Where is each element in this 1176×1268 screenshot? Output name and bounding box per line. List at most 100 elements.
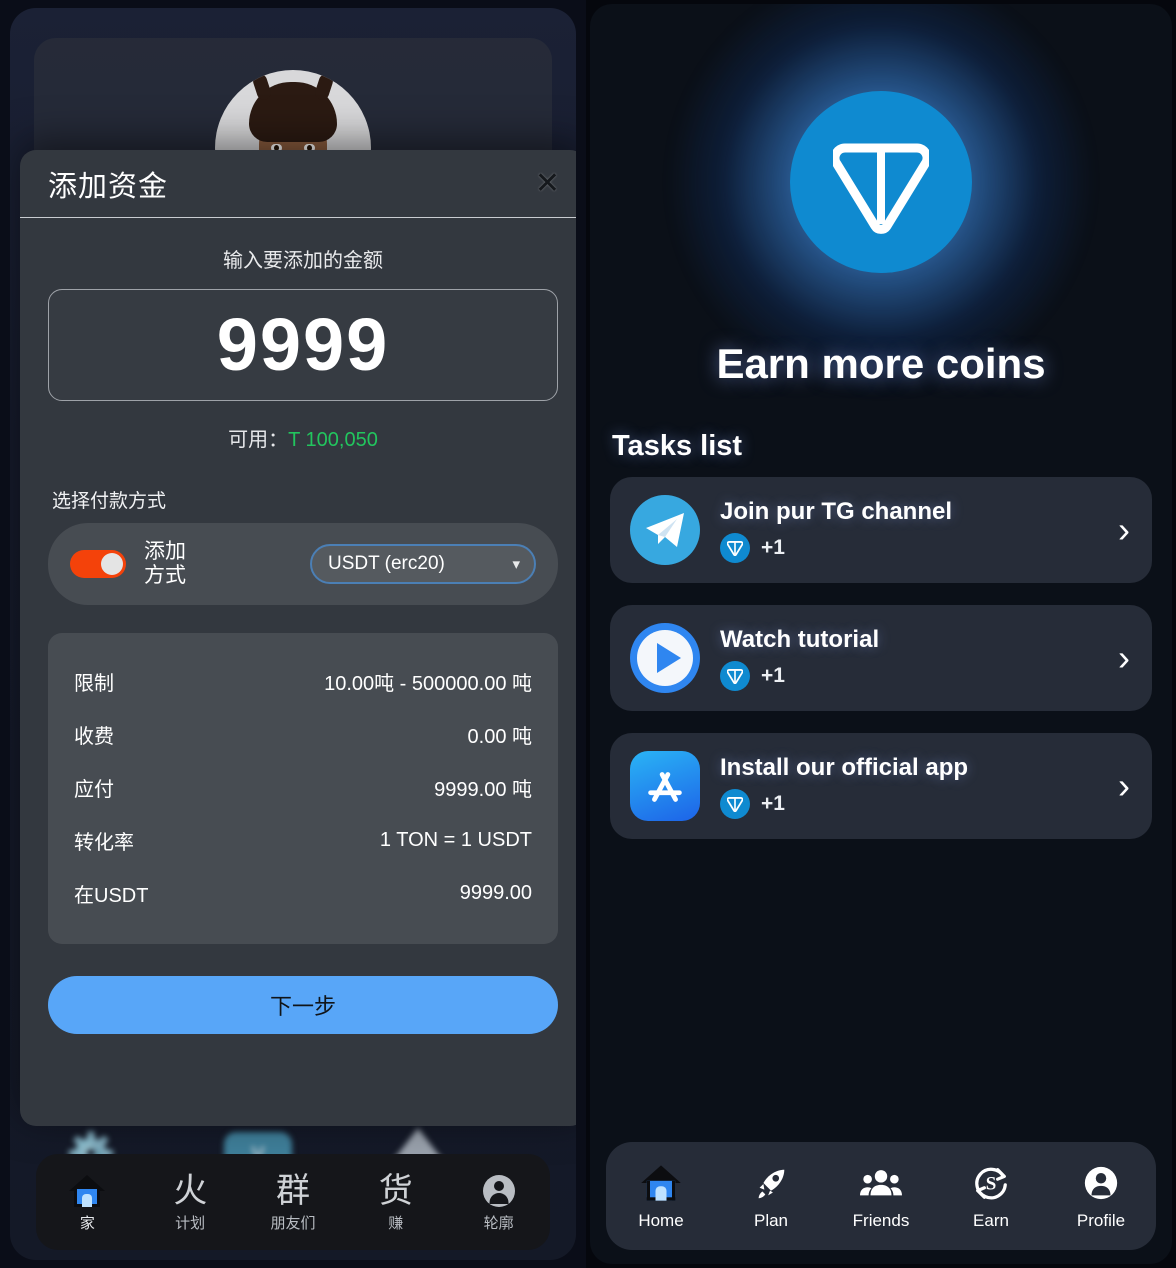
nav-label: Profile — [1076, 1211, 1126, 1230]
next-step-button[interactable]: 下一步 — [48, 976, 558, 1034]
nav-item-friends[interactable]: Friends — [831, 1161, 931, 1231]
nav-item-earn[interactable]: S Earn — [941, 1161, 1041, 1231]
payment-method-row: 添加 方式 USDT (erc20) ▾ — [48, 523, 558, 605]
list-item[interactable]: Install our official app +1 › — [610, 733, 1152, 839]
task-text: Watch tutorial +1 — [720, 626, 1108, 691]
group-glyph-icon: 群 — [275, 1171, 310, 1210]
add-funds-modal: 添加资金 ✕ 输入要添加的金额 9999 可用：T 100,050 选择付款方式… — [20, 150, 576, 1126]
chevron-right-icon[interactable]: › — [1118, 768, 1130, 804]
available-balance: 可用：T 100,050 — [48, 423, 558, 452]
reward-amount: +1 — [761, 791, 785, 815]
page-title: Earn more coins — [716, 340, 1046, 387]
nav-item-home[interactable]: Home — [611, 1161, 711, 1231]
table-row: 收费 0.00 吨 — [74, 708, 532, 761]
fire-glyph-icon: 火 — [173, 1171, 208, 1210]
chevron-down-icon: ▾ — [512, 556, 520, 573]
right-phone-panel: Earn more coins Tasks list Join pur TG c… — [586, 0, 1176, 1268]
ton-coin-icon — [720, 532, 750, 563]
home-icon — [641, 1161, 681, 1205]
task-reward: +1 — [720, 532, 1108, 563]
detail-value: 1 TON = 1 USDT — [379, 829, 532, 851]
left-bottom-nav: 家 火 计划 群 朋友们 货 赚 轮廓 — [36, 1154, 550, 1250]
currency-select-value: USDT (erc20) — [328, 553, 445, 574]
nav-label: Home — [638, 1211, 684, 1230]
task-title: Join pur TG channel — [720, 497, 953, 525]
detail-value: 10.00吨 - 500000.00 吨 — [324, 673, 532, 695]
nav-item-profile[interactable]: 轮廓 — [453, 1172, 545, 1233]
modal-title: 添加资金 — [48, 170, 169, 203]
table-row: 在USDT 9999.00 — [74, 867, 532, 920]
hero-section: Earn more coins — [590, 4, 1172, 416]
list-item[interactable]: Join pur TG channel +1 › — [610, 477, 1152, 583]
telegram-icon — [630, 495, 700, 565]
friends-icon — [860, 1161, 902, 1205]
detail-key: 转化率 — [74, 832, 134, 854]
nav-item-home[interactable]: 家 — [41, 1172, 133, 1233]
task-title: Watch tutorial — [720, 625, 880, 653]
tasks-heading: Tasks list — [612, 430, 743, 462]
rocket-icon — [752, 1161, 790, 1205]
currency-select[interactable]: USDT (erc20) ▾ — [310, 544, 536, 584]
detail-value: 9999.00 — [459, 882, 532, 904]
task-text: Join pur TG channel +1 — [720, 498, 1108, 563]
modal-header: 添加资金 ✕ — [20, 150, 576, 218]
svg-text:S: S — [986, 1174, 997, 1195]
chevron-right-icon[interactable]: › — [1118, 640, 1130, 676]
nav-label: 赚 — [388, 1214, 404, 1232]
available-value: T 100,050 — [288, 429, 378, 451]
add-method-label: 添加 方式 — [144, 539, 186, 587]
nav-label: Friends — [852, 1211, 910, 1230]
person-icon — [482, 1172, 515, 1210]
payment-method-label: 选择付款方式 — [52, 491, 167, 512]
nav-label: Earn — [973, 1211, 1009, 1230]
left-app-screen: ⚙️ 添加资金 ✕ 输入要添加的金额 9999 可用：T 1 — [10, 8, 576, 1260]
nav-item-friends[interactable]: 群 朋友们 — [247, 1172, 339, 1233]
nav-item-plan[interactable]: Plan — [721, 1161, 821, 1231]
detail-value: 9999.00 吨 — [434, 779, 532, 801]
nav-label: 朋友们 — [270, 1214, 316, 1232]
available-label: 可用： — [228, 429, 289, 451]
chevron-right-icon[interactable]: › — [1118, 512, 1130, 548]
nav-label: 计划 — [175, 1214, 206, 1232]
modal-body: 输入要添加的金额 9999 可用：T 100,050 选择付款方式 添加 方式 U… — [20, 218, 576, 1034]
task-title: Install our official app — [720, 753, 969, 781]
task-reward: +1 — [720, 660, 1108, 691]
amount-label: 输入要添加的金额 — [223, 250, 383, 272]
right-app-screen: Earn more coins Tasks list Join pur TG c… — [590, 4, 1172, 1264]
detail-key: 限制 — [74, 673, 114, 695]
ton-logo-icon — [790, 91, 972, 273]
table-row: 限制 10.00吨 - 500000.00 吨 — [74, 655, 532, 708]
detail-key: 应付 — [74, 779, 114, 801]
left-phone-panel: ⚙️ 添加资金 ✕ 输入要添加的金额 9999 可用：T 1 — [0, 0, 586, 1268]
nav-label: Plan — [753, 1211, 789, 1230]
reward-amount: +1 — [761, 663, 785, 687]
task-reward: +1 — [720, 788, 1108, 819]
amount-input[interactable]: 9999 — [48, 289, 558, 401]
nav-label: 家 — [79, 1214, 95, 1232]
ton-coin-icon — [720, 788, 750, 819]
screenshot-stage: ⚙️ 添加资金 ✕ 输入要添加的金额 9999 可用：T 1 — [0, 0, 1176, 1268]
task-text: Install our official app +1 — [720, 754, 1108, 819]
list-item[interactable]: Watch tutorial +1 › — [610, 605, 1152, 711]
table-row: 转化率 1 TON = 1 USDT — [74, 814, 532, 867]
detail-key: 收费 — [74, 726, 114, 748]
nav-label: 轮廓 — [483, 1214, 514, 1232]
add-method-toggle[interactable] — [70, 550, 126, 578]
amount-value: 9999 — [216, 303, 390, 386]
nav-item-profile[interactable]: Profile — [1051, 1161, 1151, 1231]
app-store-icon — [630, 751, 700, 821]
goods-glyph-icon: 货 — [378, 1171, 413, 1210]
reward-amount: +1 — [761, 535, 785, 559]
play-video-icon — [630, 623, 700, 693]
close-icon[interactable]: ✕ — [535, 168, 560, 199]
tasks-list: Join pur TG channel +1 › Watch tutorial … — [590, 477, 1172, 839]
ton-coin-icon — [720, 660, 750, 691]
home-icon — [69, 1172, 106, 1210]
right-bottom-nav: Home Plan Friends S Earn Profile — [606, 1142, 1156, 1250]
profile-icon — [1082, 1161, 1120, 1205]
transaction-details: 限制 10.00吨 - 500000.00 吨 收费 0.00 吨 应付 999… — [48, 633, 558, 944]
detail-key: 在USDT — [74, 885, 149, 907]
earn-icon: S — [972, 1161, 1010, 1205]
nav-item-plan[interactable]: 火 计划 — [144, 1172, 236, 1233]
nav-item-earn[interactable]: 货 赚 — [350, 1172, 442, 1233]
